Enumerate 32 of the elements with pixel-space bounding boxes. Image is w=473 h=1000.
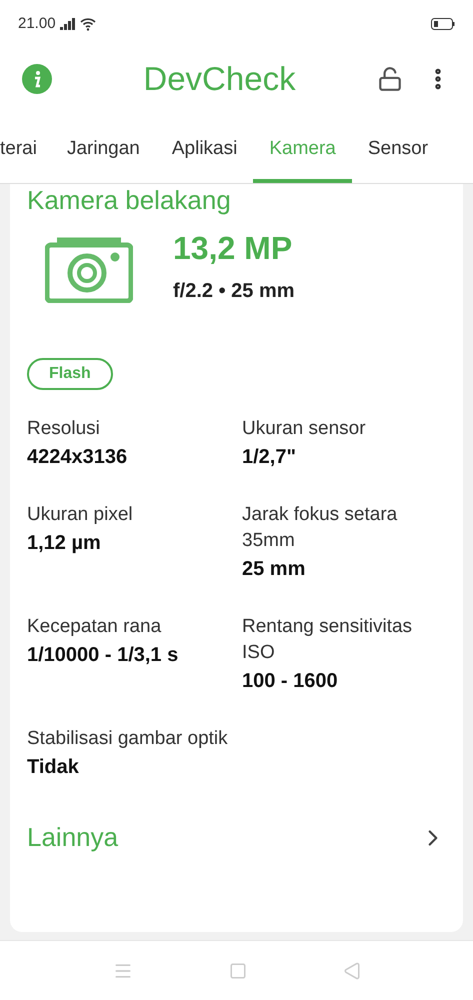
spec-value: 25 mm: [242, 557, 306, 582]
spec-value: 1/10000 - 1/3,1 s: [27, 643, 180, 668]
home-icon[interactable]: [228, 962, 246, 980]
status-time: 21.00: [18, 14, 56, 34]
feature-tag: Flash: [27, 358, 113, 390]
camera-icon: [45, 237, 133, 303]
card-title: Kamera belakang: [27, 184, 232, 216]
app-title: DevCheck: [143, 59, 296, 100]
back-icon[interactable]: [342, 962, 360, 980]
tab[interactable]: Aplikasi: [156, 126, 254, 183]
spec-label: Stabilisasi gambar optik: [27, 727, 229, 751]
spec-label: Kecepatan rana: [27, 615, 162, 639]
tab[interactable]: Jaringan: [50, 126, 156, 183]
spec-value: 4224x3136: [27, 445, 128, 470]
spec-label: Rentang sensitivitas ISO: [242, 615, 414, 665]
spec-label: Ukuran pixel: [27, 503, 134, 527]
spec-value: 100 - 1600: [242, 669, 339, 694]
spec-value: 1/2,7": [242, 445, 297, 470]
megapixels: 13,2 MP: [173, 229, 294, 268]
battery-icon: [431, 18, 455, 30]
info-icon[interactable]: [22, 64, 52, 94]
lens-info: f/2.2 • 25 mm: [173, 279, 295, 304]
tab[interactable]: Sensor: [352, 126, 444, 183]
tab[interactable]: terai: [0, 126, 51, 183]
spec-label: Resolusi: [27, 417, 101, 441]
spec-value: Tidak: [27, 755, 80, 780]
spec-label: Jarak fokus setara 35mm: [242, 503, 398, 553]
signal-icon: [60, 18, 76, 30]
spec-value: 1,12 µm: [27, 531, 102, 556]
unlock-icon[interactable]: [377, 66, 403, 92]
spec-label: Ukuran sensor: [242, 417, 367, 441]
wifi-icon: [80, 18, 96, 30]
